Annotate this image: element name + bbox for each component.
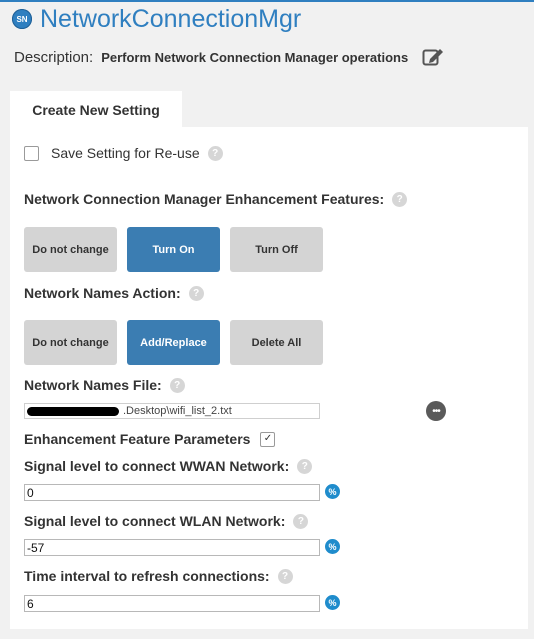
names-add-replace-button[interactable]: Add/Replace [127, 320, 220, 365]
percent-icon[interactable]: % [325, 539, 340, 554]
description-label: Description: [14, 48, 94, 66]
top-accent-line [0, 0, 534, 2]
enhancement-turn-off-button[interactable]: Turn Off [230, 227, 323, 272]
help-icon[interactable]: ? [293, 513, 309, 529]
network-names-file-row: Network Names File: ? [24, 376, 185, 394]
help-icon[interactable]: ? [207, 145, 223, 161]
refresh-interval-input[interactable]: 6 [24, 595, 320, 612]
names-do-not-change-button[interactable]: Do not change [24, 320, 117, 365]
wwan-signal-row: Signal level to connect WWAN Network: ? [24, 457, 313, 475]
enhancement-params-checkbox[interactable]: ✓ [260, 431, 276, 447]
enhancement-params-label: Enhancement Feature Parameters [24, 431, 251, 447]
sn-logo-icon: SN [12, 9, 32, 29]
network-names-file-field[interactable]: .Desktop\wifi_list_2.txt [24, 403, 320, 419]
names-delete-all-button[interactable]: Delete All [230, 320, 323, 365]
help-icon[interactable]: ? [297, 458, 313, 474]
save-setting-checkbox[interactable] [24, 145, 39, 161]
description-value: Perform Network Connection Manager opera… [101, 49, 409, 65]
wwan-signal-label: Signal level to connect WWAN Network: [24, 458, 290, 474]
wlan-signal-label: Signal level to connect WLAN Network: [24, 513, 286, 529]
page-title: NetworkConnectionMgr [40, 4, 302, 33]
network-names-action-row: Network Names Action: ? [24, 284, 204, 302]
help-icon[interactable]: ? [169, 377, 185, 393]
edit-icon[interactable] [422, 46, 444, 68]
network-names-file-value: .Desktop\wifi_list_2.txt [123, 405, 232, 417]
enhancement-features-label: Network Connection Manager Enhancement F… [24, 191, 385, 207]
enhancement-turn-on-button[interactable]: Turn On [127, 227, 220, 272]
percent-icon[interactable]: % [325, 484, 340, 499]
save-setting-row: Save Setting for Re-use ? [24, 144, 223, 162]
redacted-path-mark [27, 406, 119, 416]
wlan-signal-input[interactable]: -57 [24, 539, 320, 556]
enhancement-features-row: Network Connection Manager Enhancement F… [24, 190, 408, 208]
enhancement-do-not-change-button[interactable]: Do not change [24, 227, 117, 272]
network-names-action-label: Network Names Action: [24, 285, 181, 301]
enhancement-params-row: Enhancement Feature Parameters ✓ [24, 430, 276, 448]
help-icon[interactable]: ? [277, 568, 293, 584]
wwan-signal-input[interactable]: 0 [24, 484, 320, 501]
save-setting-label: Save Setting for Re-use [51, 145, 200, 161]
refresh-interval-label: Time interval to refresh connections: [24, 568, 270, 584]
page-header: SN NetworkConnectionMgr [12, 4, 301, 34]
help-icon[interactable]: ? [392, 191, 408, 207]
check-icon: ✓ [263, 433, 273, 444]
refresh-interval-row: Time interval to refresh connections: ? [24, 567, 293, 585]
percent-icon[interactable]: % [325, 595, 340, 610]
tab-create-new-setting[interactable]: Create New Setting [10, 91, 182, 128]
wlan-signal-row: Signal level to connect WLAN Network: ? [24, 512, 309, 530]
description-row: Description: Perform Network Connection … [14, 46, 444, 68]
more-options-icon[interactable]: ••• [426, 401, 446, 421]
network-names-file-label: Network Names File: [24, 377, 162, 393]
help-icon[interactable]: ? [188, 285, 204, 301]
